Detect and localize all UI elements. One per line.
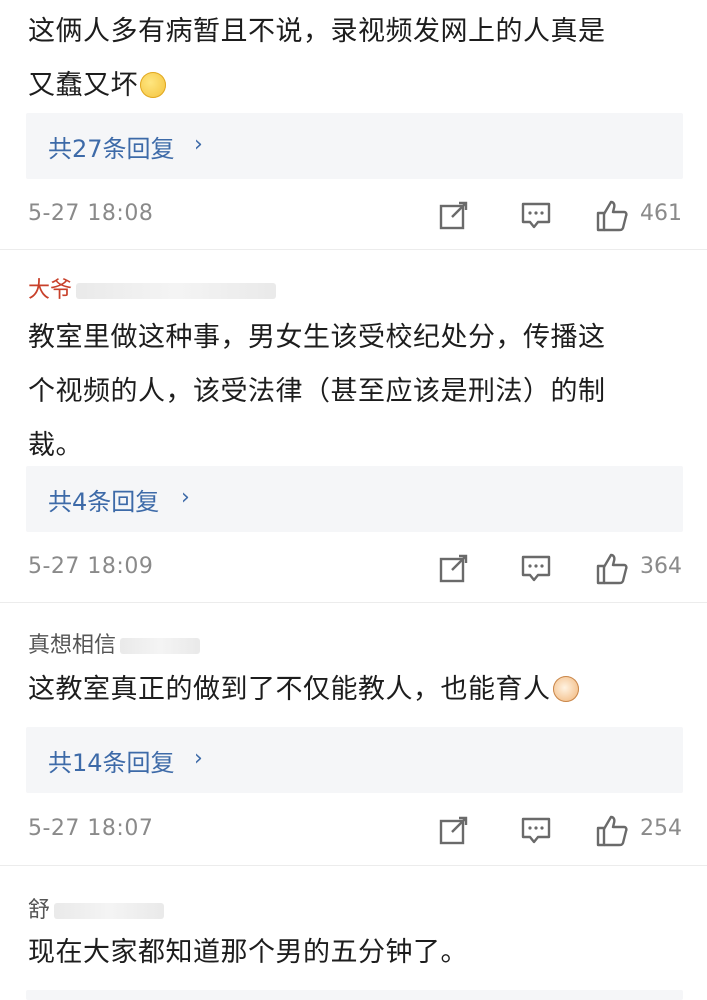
comment-timestamp: 5-27 18:09 [28, 554, 154, 579]
comment-text: 这俩人多有病暂且不说，录视频发网上的人真是 又蠢又坏 [28, 5, 683, 113]
comment-meta-row: 5-27 18:08 461 [28, 195, 683, 235]
comment-text-line: 教室里做这种事，男女生该受校纪处分，传播这 [28, 322, 606, 353]
comment-text-line: 现在大家都知道那个男的五分钟了。 [28, 937, 468, 968]
comment-author[interactable]: 大爷 [28, 272, 277, 304]
comment-text-line: 又蠢又坏 [28, 70, 138, 101]
like-count: 254 [640, 816, 682, 841]
thumbs-up-icon[interactable] [595, 552, 629, 590]
replies-count-label: 共27条回复 [48, 135, 175, 163]
view-replies-button[interactable]: 共27条回复 › [26, 113, 683, 179]
author-name: 舒 [28, 898, 51, 923]
comment-timestamp: 5-27 18:07 [28, 816, 154, 841]
comment-divider [0, 249, 707, 250]
comment-feed: 这俩人多有病暂且不说，录视频发网上的人真是 又蠢又坏 共27条回复 › 5-27… [0, 0, 707, 1000]
redacted-name-blur [76, 283, 277, 299]
view-replies-button[interactable]: 共4条回复 › [26, 466, 683, 532]
comment-text-line: 个视频的人，该受法律（甚至应该是刑法）的制 [28, 376, 606, 407]
view-replies-button[interactable]: 共14条回复 › [26, 727, 683, 793]
comment-author[interactable]: 舒 [28, 892, 165, 924]
comment-text-line: 裁。 [28, 430, 83, 461]
comment-text-line: 这教室真正的做到了不仅能教人，也能育人 [28, 674, 551, 705]
comment-text: 教室里做这种事，男女生该受校纪处分，传播这 个视频的人，该受法律（甚至应该是刑法… [28, 311, 683, 473]
comment-icon[interactable] [520, 199, 552, 235]
thumbs-up-icon[interactable] [595, 199, 629, 237]
chevron-right-icon: › [181, 485, 190, 510]
comment-text: 这教室真正的做到了不仅能教人，也能育人 [28, 663, 683, 717]
replies-count-label: 共14条回复 [48, 749, 175, 777]
comment-text-line: 这俩人多有病暂且不说，录视频发网上的人真是 [28, 16, 606, 47]
replies-count-label: 共4条回复 [48, 488, 160, 516]
share-icon[interactable] [438, 552, 470, 588]
thinking-emoji-icon [140, 72, 166, 98]
comment-text: 现在大家都知道那个男的五分钟了。 [28, 926, 683, 980]
share-icon[interactable] [438, 199, 470, 235]
author-name: 真想相信 [28, 633, 117, 658]
thumbs-up-icon[interactable] [595, 814, 629, 852]
comment-icon[interactable] [520, 552, 552, 588]
comment-meta-row: 5-27 18:07 254 [28, 810, 683, 850]
share-icon[interactable] [438, 814, 470, 850]
chevron-right-icon: › [194, 132, 203, 157]
author-name: 大爷 [28, 278, 73, 303]
comment-divider [0, 865, 707, 866]
comment-divider [0, 602, 707, 603]
comment-meta-row: 5-27 18:09 364 [28, 548, 683, 588]
comment-author[interactable]: 真想相信 [28, 627, 201, 659]
like-count: 461 [640, 201, 682, 226]
chevron-right-icon: › [194, 746, 203, 771]
comment-timestamp: 5-27 18:08 [28, 201, 154, 226]
comment-icon[interactable] [520, 814, 552, 850]
redacted-name-blur [120, 638, 201, 654]
like-count: 364 [640, 554, 682, 579]
redacted-name-blur [54, 903, 165, 919]
view-replies-button[interactable] [26, 990, 683, 1000]
cat-emoji-icon [552, 676, 579, 702]
